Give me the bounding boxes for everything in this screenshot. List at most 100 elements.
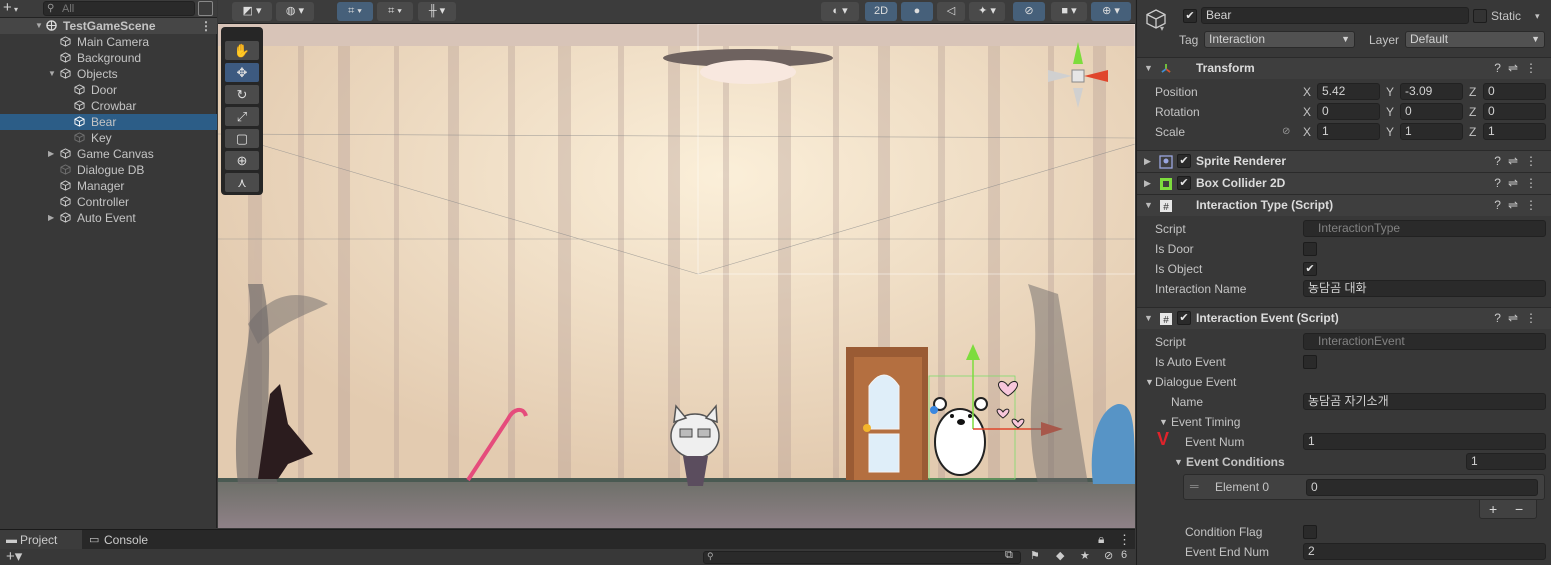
scene-row[interactable]: ▼ TestGameScene ⋮: [0, 18, 217, 34]
audio-toggle-button[interactable]: ◁: [937, 2, 965, 21]
palette-drag-handle[interactable]: [225, 29, 259, 35]
hierarchy-item-manager[interactable]: Manager: [0, 178, 217, 194]
scale-y-field[interactable]: 1: [1400, 123, 1463, 140]
axis-z-label[interactable]: Z: [1469, 84, 1476, 100]
component-header-icons[interactable]: ?⇌⋮: [1494, 198, 1544, 212]
custom-tool-button[interactable]: ⋏: [225, 173, 259, 192]
remove-element-button[interactable]: −: [1515, 501, 1523, 517]
reorder-handle-icon[interactable]: ═: [1190, 478, 1199, 494]
tag-dropdown[interactable]: Interaction ▼: [1204, 31, 1355, 48]
fold-arrow-icon[interactable]: ▼: [1144, 313, 1153, 323]
component-header-icons[interactable]: ?⇌⋮: [1494, 154, 1544, 168]
lock-icon[interactable]: 🔒︎: [1098, 532, 1104, 547]
effects-button[interactable]: ✦ ▾: [969, 2, 1005, 21]
fold-arrow-icon[interactable]: ▶: [1144, 178, 1151, 189]
interaction-name-field[interactable]: 농담곰 대화: [1303, 280, 1546, 297]
scale-x-field[interactable]: 1: [1317, 123, 1380, 140]
lighting-toggle-button[interactable]: ●: [901, 2, 933, 21]
dialogue-name-field[interactable]: 농담곰 자기소개: [1303, 393, 1546, 410]
rotate-tool-button[interactable]: ↻: [225, 85, 259, 104]
condition-flag-checkbox[interactable]: [1303, 525, 1317, 539]
axis-y-label[interactable]: Y: [1386, 104, 1394, 120]
scale-tool-button[interactable]: ⤢: [225, 107, 259, 126]
fold-arrow-icon[interactable]: ▶: [48, 210, 54, 226]
fold-arrow-icon[interactable]: ▶: [1144, 156, 1151, 167]
axis-x-label[interactable]: X: [1303, 104, 1311, 120]
box-collider-enabled-checkbox[interactable]: ✔: [1177, 176, 1191, 190]
position-z-field[interactable]: 0: [1483, 83, 1546, 100]
chevron-down-icon[interactable]: ▾: [1160, 24, 1164, 33]
scene-view[interactable]: [218, 24, 1135, 528]
axis-z-label[interactable]: Z: [1469, 104, 1476, 120]
element-0-field[interactable]: 0: [1306, 479, 1538, 496]
hierarchy-item-objects[interactable]: ▼ Objects: [0, 66, 217, 82]
add-element-button[interactable]: +: [1489, 501, 1497, 517]
position-y-field[interactable]: -3.09: [1400, 83, 1463, 100]
hierarchy-search-input[interactable]: ⚲ All: [43, 1, 195, 16]
filter-icon[interactable]: ⚑: [1030, 549, 1040, 562]
event-end-num-field[interactable]: 2: [1303, 543, 1546, 560]
component-header-icons[interactable]: ?⇌⋮: [1494, 176, 1544, 190]
event-conditions-size-field[interactable]: 1: [1466, 453, 1546, 470]
sprite-renderer-enabled-checkbox[interactable]: ✔: [1177, 154, 1191, 168]
rotation-y-field[interactable]: 0: [1400, 103, 1463, 120]
is-object-checkbox[interactable]: ✔: [1303, 262, 1317, 276]
hidden-packages-icon[interactable]: ⊘: [1104, 549, 1113, 562]
is-auto-event-checkbox[interactable]: [1303, 355, 1317, 369]
script-field[interactable]: InteractionType: [1303, 220, 1546, 237]
rotation-x-field[interactable]: 0: [1317, 103, 1380, 120]
gizmos-button[interactable]: ⊕ ▾: [1091, 2, 1131, 21]
hierarchy-options-icon[interactable]: [198, 1, 213, 16]
axis-y-label[interactable]: Y: [1386, 84, 1394, 100]
hand-tool-button[interactable]: ✋: [225, 41, 259, 60]
axis-y-label[interactable]: Y: [1386, 124, 1394, 140]
label-icon[interactable]: ◆: [1056, 549, 1064, 562]
interaction-event-enabled-checkbox[interactable]: ✔: [1177, 311, 1191, 325]
hierarchy-item-auto-event[interactable]: ▶ Auto Event: [0, 210, 217, 226]
axis-x-label[interactable]: X: [1303, 84, 1311, 100]
static-checkbox[interactable]: [1473, 9, 1487, 23]
constrain-proportions-icon[interactable]: ⊘: [1282, 124, 1290, 140]
event-num-field[interactable]: 1: [1303, 433, 1546, 450]
tab-console[interactable]: ▭ Console: [84, 530, 164, 550]
object-name-field[interactable]: Bear: [1201, 7, 1469, 24]
scene-canvas[interactable]: [218, 24, 1135, 528]
hierarchy-item-dialogue-db[interactable]: Dialogue DB: [0, 162, 217, 178]
grid-snap-button[interactable]: ⌗ ▾: [337, 2, 373, 21]
visibility-toggle-button[interactable]: ⊘: [1013, 2, 1045, 21]
more-options-icon[interactable]: ⋮: [200, 18, 212, 34]
2d-mode-button[interactable]: 2D: [865, 2, 897, 21]
project-search-input[interactable]: ⚲: [703, 551, 1021, 564]
sprite-renderer-header[interactable]: ▶ ✔ Sprite Renderer ?⇌⋮: [1137, 150, 1551, 172]
fold-arrow-icon[interactable]: ▼: [1159, 414, 1168, 430]
hierarchy-item-game-canvas[interactable]: ▶ Game Canvas: [0, 146, 217, 162]
global-toggle-button[interactable]: ◍ ▾: [276, 2, 314, 21]
more-options-icon[interactable]: ⋮: [1118, 532, 1131, 548]
rotation-z-field[interactable]: 0: [1483, 103, 1546, 120]
component-header-icons[interactable]: ?⇌⋮: [1494, 311, 1544, 325]
transform-header[interactable]: ▼ Transform ?⇌⋮: [1137, 57, 1551, 79]
layer-dropdown[interactable]: Default ▼: [1405, 31, 1545, 48]
door-sprite[interactable]: [846, 347, 928, 480]
transform-tool-button[interactable]: ⊕: [225, 151, 259, 170]
position-x-field[interactable]: 5.42: [1317, 83, 1380, 100]
hierarchy-item-bear[interactable]: Bear: [0, 114, 217, 130]
fold-arrow-icon[interactable]: ▼: [1145, 374, 1154, 390]
scale-z-field[interactable]: 1: [1483, 123, 1546, 140]
interaction-event-header[interactable]: ▼ # ✔ Interaction Event (Script) ?⇌⋮: [1137, 307, 1551, 329]
hierarchy-add-button[interactable]: + ▾: [3, 0, 33, 17]
fold-arrow-icon[interactable]: ▼: [48, 66, 56, 82]
ruler-button[interactable]: ╫ ▾: [418, 2, 456, 21]
camera-settings-button[interactable]: ■ ▾: [1051, 2, 1087, 21]
draw-mode-button[interactable]: ◩ ▾: [232, 2, 272, 21]
axis-x-label[interactable]: X: [1303, 124, 1311, 140]
interaction-type-header[interactable]: ▼ # Interaction Type (Script) ?⇌⋮: [1137, 194, 1551, 216]
fold-arrow-icon[interactable]: ▼: [1174, 454, 1183, 470]
box-collider-header[interactable]: ▶ ✔ Box Collider 2D ?⇌⋮: [1137, 172, 1551, 194]
hierarchy-item-controller[interactable]: Controller: [0, 194, 217, 210]
search-by-type-icon[interactable]: ⧉: [1005, 549, 1013, 562]
snap-increment-button[interactable]: ⌗ ▾: [377, 2, 413, 21]
fold-arrow-icon[interactable]: ▶: [48, 146, 54, 162]
script-field[interactable]: InteractionEvent: [1303, 333, 1546, 350]
hierarchy-item-main-camera[interactable]: Main Camera: [0, 34, 217, 50]
